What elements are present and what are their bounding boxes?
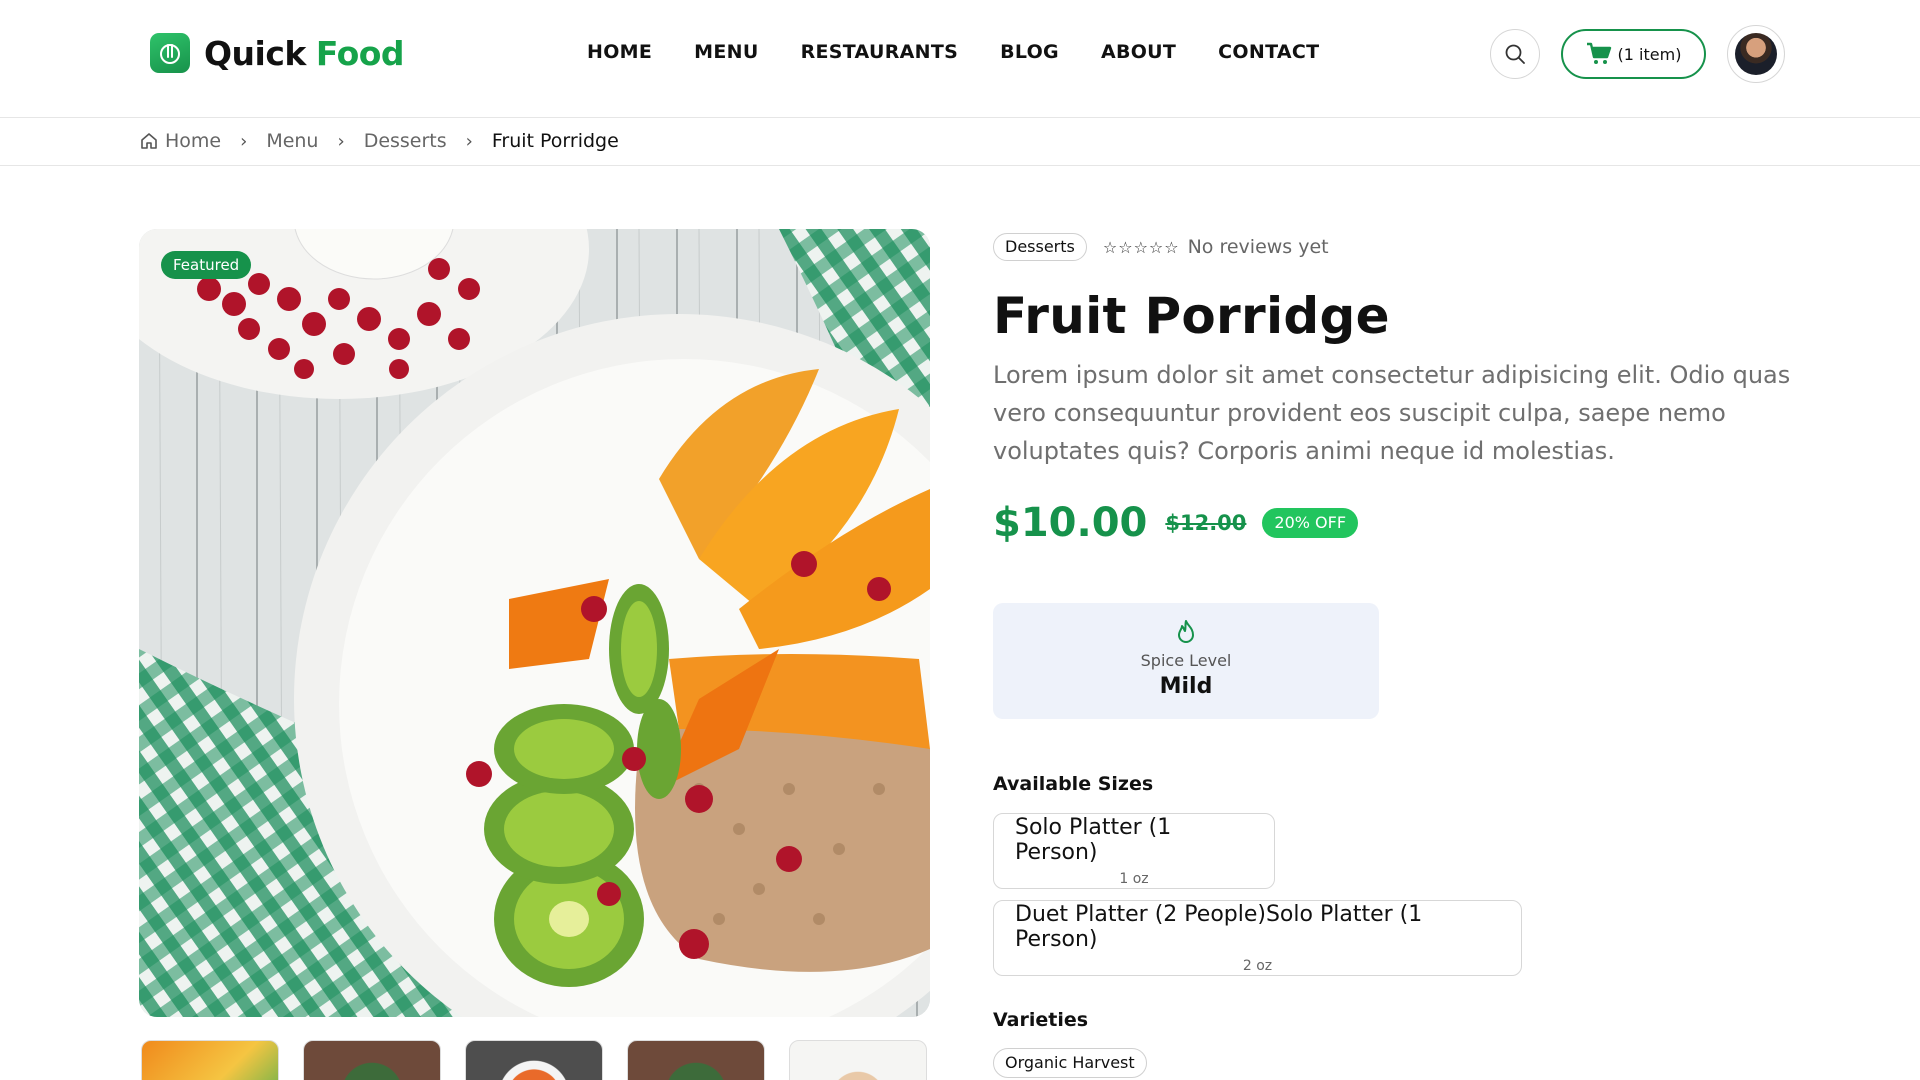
- breadcrumb-menu[interactable]: Menu: [266, 130, 318, 152]
- site-header: Quick Food HOME MENU RESTAURANTS BLOG ABO…: [0, 0, 1920, 118]
- nav-home[interactable]: HOME: [587, 41, 652, 63]
- breadcrumb-current: Fruit Porridge: [491, 130, 619, 152]
- thumbnail[interactable]: [141, 1040, 279, 1080]
- size-name: Duet Platter (2 People)Solo Platter (1 P…: [1015, 902, 1423, 952]
- product-description: Lorem ipsum dolor sit amet consectetur a…: [993, 361, 1791, 465]
- thumbnail-strip: [141, 1040, 951, 1080]
- star-icon: ☆☆☆☆☆: [1102, 237, 1180, 257]
- featured-badge: Featured: [161, 251, 252, 279]
- breadcrumb: Home › Menu › Desserts › Fruit Porridge: [0, 118, 1920, 166]
- size-qty: 1 oz: [1119, 871, 1149, 887]
- search-button[interactable]: [1490, 29, 1540, 79]
- rating: ☆☆☆☆☆ No reviews yet: [1103, 236, 1329, 258]
- size-option[interactable]: Solo Platter (1 Person) 1 oz: [993, 813, 1275, 889]
- cart-count: (1 item): [1617, 44, 1682, 64]
- original-price: $12.00: [1165, 511, 1247, 535]
- reviews-text: No reviews yet: [1187, 236, 1329, 258]
- search-icon: [1505, 44, 1525, 64]
- size-option[interactable]: Duet Platter (2 People)Solo Platter (1 P…: [993, 900, 1522, 976]
- spice-level-card: Spice Level Mild: [993, 603, 1379, 719]
- current-price: $10.00: [993, 500, 1148, 546]
- price-row: $10.00 $12.00 20% OFF: [993, 500, 1359, 546]
- home-icon: [141, 133, 157, 149]
- cart-icon: [1586, 42, 1611, 64]
- sizes-heading: Available Sizes: [993, 773, 1154, 795]
- nav-restaurants[interactable]: RESTAURANTS: [801, 41, 959, 63]
- flame-icon: [1178, 620, 1194, 643]
- product-title: Fruit Porridge: [993, 287, 1390, 345]
- nav-contact[interactable]: CONTACT: [1218, 41, 1319, 63]
- breadcrumb-desserts[interactable]: Desserts: [364, 130, 447, 152]
- user-avatar[interactable]: [1727, 25, 1785, 83]
- chevron-right-icon: ›: [337, 130, 345, 152]
- size-qty: 2 oz: [1242, 958, 1273, 974]
- size-name: Solo Platter (1 Person): [1015, 815, 1172, 865]
- nav-blog[interactable]: BLOG: [1000, 41, 1059, 63]
- chevron-right-icon: ›: [465, 130, 473, 152]
- fork-knife-icon: [150, 33, 190, 73]
- brand-name-part2: Food: [315, 33, 405, 73]
- thumbnail[interactable]: [627, 1040, 765, 1080]
- cart-button[interactable]: (1 item): [1561, 29, 1706, 79]
- brand-name: Quick Food: [204, 33, 405, 73]
- avatar-image: [1735, 33, 1777, 75]
- spice-value: Mild: [1159, 674, 1213, 699]
- product-image[interactable]: [139, 229, 930, 1017]
- main-nav: HOME MENU RESTAURANTS BLOG ABOUT CONTACT: [587, 41, 1361, 63]
- spice-label: Spice Level: [1140, 651, 1232, 670]
- nav-menu[interactable]: MENU: [694, 41, 758, 63]
- category-badge[interactable]: Desserts: [993, 233, 1087, 261]
- brand-name-part1: Quick: [204, 33, 306, 73]
- nav-about[interactable]: ABOUT: [1101, 41, 1176, 63]
- variety-option[interactable]: Organic Harvest: [993, 1048, 1147, 1078]
- discount-badge: 20% OFF: [1262, 508, 1359, 538]
- chevron-right-icon: ›: [240, 130, 248, 152]
- breadcrumb-home[interactable]: Home: [165, 130, 221, 152]
- product-meta: Desserts ☆☆☆☆☆ No reviews yet: [993, 233, 1329, 261]
- thumbnail[interactable]: [789, 1040, 927, 1080]
- varieties-heading: Varieties: [993, 1009, 1089, 1031]
- brand-logo[interactable]: Quick Food: [150, 33, 405, 73]
- thumbnail[interactable]: [465, 1040, 603, 1080]
- product-photo: [139, 229, 930, 1017]
- thumbnail[interactable]: [303, 1040, 441, 1080]
